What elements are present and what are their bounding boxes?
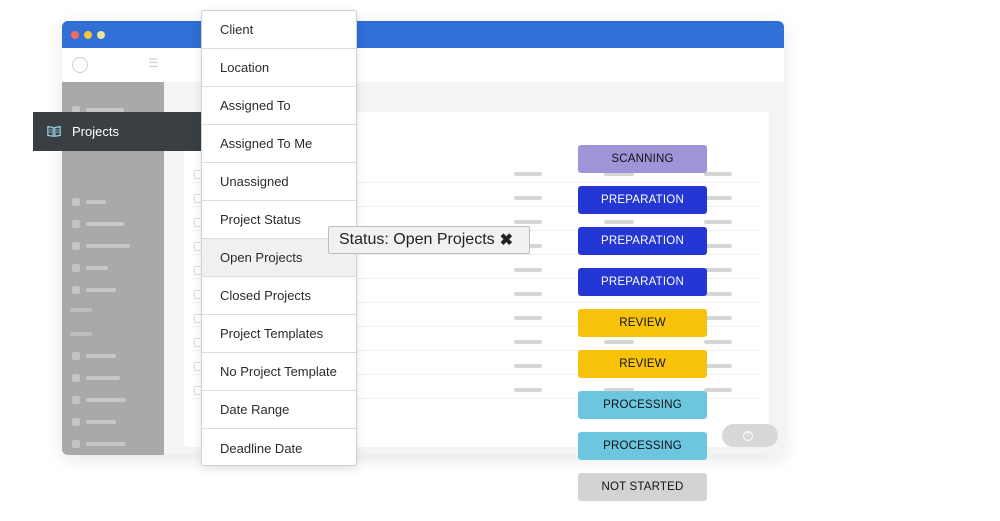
status-badge-preparation: PREPARATION bbox=[578, 186, 707, 214]
table-cell-placeholder bbox=[514, 340, 542, 344]
sidebar-item-icon bbox=[72, 264, 80, 272]
table-cell-placeholder bbox=[514, 196, 542, 200]
sidebar-item-label-placeholder bbox=[86, 222, 124, 226]
sidebar-item-icon bbox=[72, 242, 80, 250]
table-cell-placeholder bbox=[704, 244, 732, 248]
sidebar-item-icon bbox=[72, 286, 80, 294]
sidebar-item-icon bbox=[72, 440, 80, 448]
active-filter-chip: Status: Open Projects ✖ bbox=[328, 226, 530, 254]
sidebar-item-label-placeholder bbox=[86, 288, 116, 292]
table-cell-placeholder bbox=[704, 172, 732, 176]
table-cell-placeholder bbox=[514, 292, 542, 296]
menu-item-deadline-date[interactable]: Deadline Date bbox=[202, 429, 356, 467]
book-open-icon bbox=[47, 125, 61, 137]
sidebar-item-icon bbox=[72, 220, 80, 228]
table-cell-placeholder bbox=[704, 220, 732, 224]
sidebar-item-label-placeholder bbox=[86, 376, 120, 380]
sidebar-item-label: Projects bbox=[72, 124, 119, 139]
sidebar-item-label-placeholder bbox=[86, 420, 116, 424]
hamburger-menu-icon[interactable]: ☰ bbox=[148, 56, 159, 70]
menu-item-date-range[interactable]: Date Range bbox=[202, 391, 356, 429]
logo-icon bbox=[72, 57, 88, 73]
window-titlebar bbox=[62, 21, 784, 48]
sidebar-item-label-placeholder bbox=[86, 200, 106, 204]
help-button[interactable]: ? bbox=[722, 424, 778, 447]
menu-item-no-project-template[interactable]: No Project Template bbox=[202, 353, 356, 391]
table-cell-placeholder bbox=[704, 196, 732, 200]
table-cell-placeholder bbox=[604, 220, 634, 224]
sidebar-section-heading-placeholder bbox=[70, 308, 92, 312]
table-cell-placeholder bbox=[514, 316, 542, 320]
menu-item-client[interactable]: Client bbox=[202, 11, 356, 49]
close-window-icon[interactable] bbox=[71, 31, 79, 39]
status-badge-processing: PROCESSING bbox=[578, 391, 707, 419]
menu-item-project-templates[interactable]: Project Templates bbox=[202, 315, 356, 353]
status-badge-review: REVIEW bbox=[578, 309, 707, 337]
table-cell-placeholder bbox=[704, 316, 732, 320]
sidebar-item-icon bbox=[72, 352, 80, 360]
menu-item-location[interactable]: Location bbox=[202, 49, 356, 87]
status-badge-scanning: SCANNING bbox=[578, 145, 707, 173]
status-badge-processing: PROCESSING bbox=[578, 432, 707, 460]
sidebar-item-icon bbox=[72, 198, 80, 206]
status-badge-preparation: PREPARATION bbox=[578, 268, 707, 296]
table-cell-placeholder bbox=[704, 292, 732, 296]
app-header: ☰ bbox=[62, 48, 784, 83]
sidebar-item-label-placeholder bbox=[86, 266, 108, 270]
menu-item-closed-projects[interactable]: Closed Projects bbox=[202, 277, 356, 315]
status-badge-review: REVIEW bbox=[578, 350, 707, 378]
sidebar-section-heading-placeholder bbox=[70, 332, 92, 336]
filter-chip-label: Status: Open Projects bbox=[339, 231, 495, 248]
sidebar-item-icon bbox=[72, 418, 80, 426]
status-badge-preparation: PREPARATION bbox=[578, 227, 707, 255]
sidebar-item-label-placeholder bbox=[86, 244, 130, 248]
menu-item-assigned-to[interactable]: Assigned To bbox=[202, 87, 356, 125]
sidebar-item-projects[interactable]: Projects bbox=[33, 112, 211, 151]
table-cell-placeholder bbox=[514, 220, 542, 224]
remove-filter-icon[interactable]: ✖ bbox=[500, 230, 513, 250]
table-cell-placeholder bbox=[704, 364, 732, 368]
table-cell-placeholder bbox=[514, 364, 542, 368]
sidebar-item-label-placeholder bbox=[86, 354, 116, 358]
table-cell-placeholder bbox=[704, 268, 732, 272]
sidebar-item-label-placeholder bbox=[86, 398, 126, 402]
status-badge-not-started: NOT STARTED bbox=[578, 473, 707, 501]
menu-item-assigned-to-me[interactable]: Assigned To Me bbox=[202, 125, 356, 163]
table-cell-placeholder bbox=[514, 268, 542, 272]
table-cell-placeholder bbox=[514, 172, 542, 176]
maximize-window-icon[interactable] bbox=[97, 31, 105, 39]
table-cell-placeholder bbox=[704, 340, 732, 344]
table-cell-placeholder bbox=[514, 388, 542, 392]
sidebar-item-label-placeholder bbox=[86, 442, 126, 446]
table-cell-placeholder bbox=[704, 388, 732, 392]
menu-item-unassigned[interactable]: Unassigned bbox=[202, 163, 356, 201]
minimize-window-icon[interactable] bbox=[84, 31, 92, 39]
question-icon: ? bbox=[743, 430, 753, 441]
table-cell-placeholder bbox=[604, 340, 634, 344]
sidebar-item-icon bbox=[72, 374, 80, 382]
sidebar-item-icon bbox=[72, 396, 80, 404]
